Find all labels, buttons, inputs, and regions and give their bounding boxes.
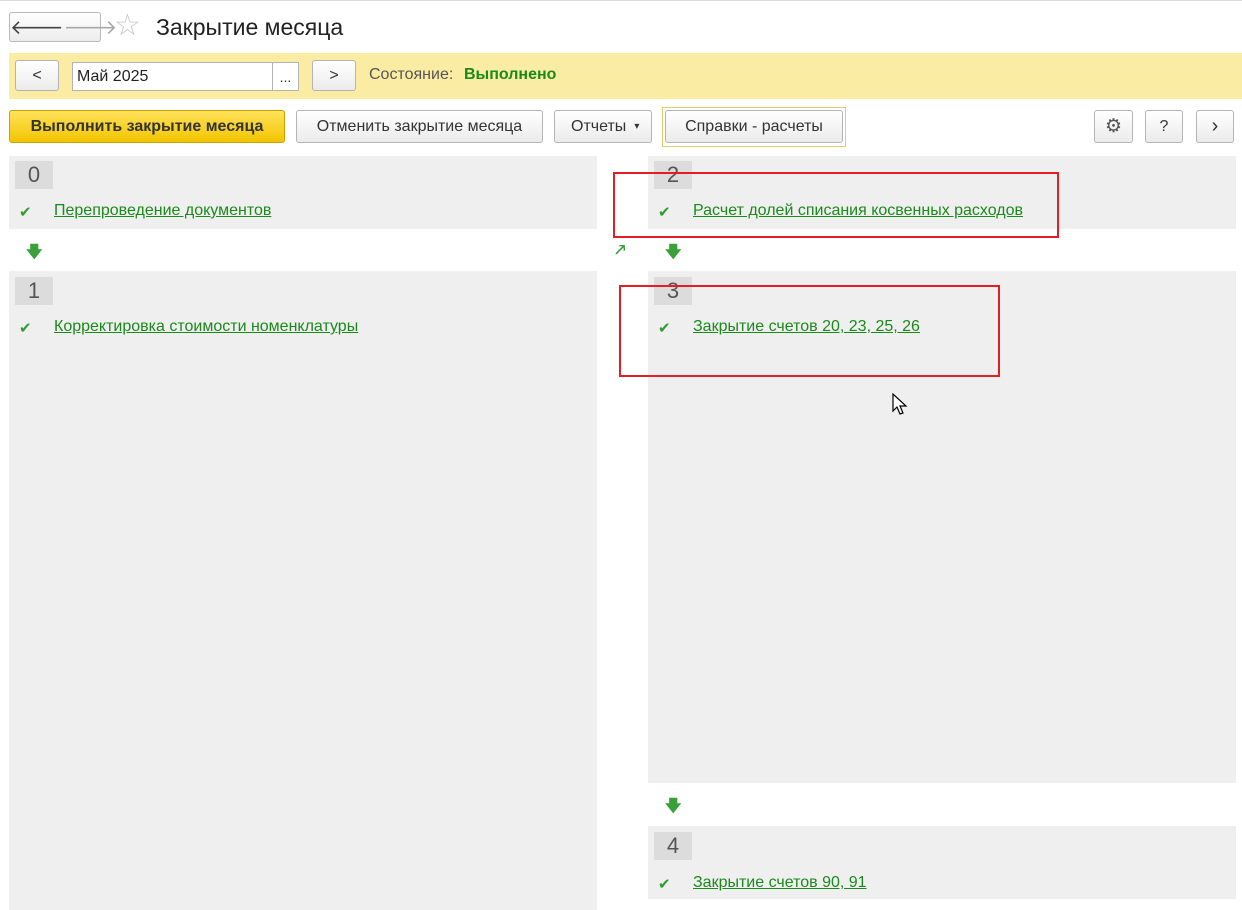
page-title: Закрытие месяца (156, 14, 344, 40)
down-arrow-icon: 🡇 (26, 244, 43, 261)
down-arrow-icon: 🡇 (665, 244, 682, 261)
favorite-star-icon[interactable]: ☆ (114, 11, 141, 41)
reports-button[interactable]: Отчеты ▾ (554, 110, 652, 143)
highlight-box-stage-2 (613, 172, 1059, 238)
run-month-close-button[interactable]: Выполнить закрытие месяца (9, 110, 285, 143)
down-arrow-icon: 🡇 (665, 798, 682, 815)
next-period-button[interactable]: > (312, 60, 356, 91)
nav-button-group: 🡐 🡒 (9, 12, 117, 42)
period-input[interactable]: Май 2025 (72, 62, 273, 91)
help-button[interactable]: ? (1145, 110, 1183, 143)
check-icon: ✔ (19, 320, 32, 337)
period-select-button[interactable]: ... (272, 62, 299, 91)
stage-4-link-close-accounts-90-91[interactable]: Закрытие счетов 90, 91 (693, 874, 867, 892)
stage-0-link-reposting[interactable]: Перепроведение документов (54, 202, 271, 220)
stage-0-number: 0 (15, 161, 53, 189)
previous-period-button[interactable]: < (15, 60, 59, 91)
cancel-month-close-button[interactable]: Отменить закрытие месяца (296, 110, 543, 143)
mouse-pointer-icon (892, 392, 908, 422)
check-icon: ✔ (19, 204, 32, 221)
reports-label: Отчеты (571, 117, 627, 135)
stage-1-panel (9, 271, 597, 910)
state-label: Состояние: (369, 66, 454, 83)
forward-arrow-icon[interactable]: 🡒 (64, 13, 118, 41)
diagonal-arrow-icon: 🡕 (615, 242, 626, 259)
stage-4-number: 4 (654, 832, 692, 860)
settings-gear-icon[interactable]: ⚙ (1094, 110, 1133, 143)
state-value: Выполнено (464, 66, 557, 83)
stage-1-number: 1 (15, 277, 53, 305)
dropdown-caret-icon: ▾ (634, 121, 640, 132)
window-top-border (0, 0, 1242, 1)
stage-1-link-cost-adjustment[interactable]: Корректировка стоимости номенклатуры (54, 318, 358, 336)
check-icon: ✔ (658, 876, 671, 893)
spravki-raschety-button[interactable]: Справки - расчеты (665, 110, 843, 143)
more-button[interactable]: › (1196, 110, 1234, 143)
back-arrow-icon[interactable]: 🡐 (10, 13, 64, 41)
highlight-box-stage-3 (619, 285, 1000, 377)
